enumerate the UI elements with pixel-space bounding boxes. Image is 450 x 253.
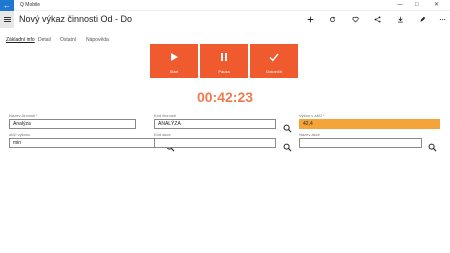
favorite-icon[interactable]: [350, 14, 361, 25]
search-icon[interactable]: [283, 120, 292, 133]
refresh-icon[interactable]: [327, 14, 338, 25]
edit-icon[interactable]: [417, 14, 428, 25]
tab-zakladni-info[interactable]: Základní info: [6, 37, 35, 43]
pause-button[interactable]: Pauza: [200, 44, 248, 78]
pause-icon: [221, 53, 227, 61]
share-icon[interactable]: [372, 14, 383, 25]
amj-vykonu-label: aMJ výkonu: [9, 132, 31, 137]
vykon-label: Výkon v aMJ *: [299, 113, 325, 118]
pause-label: Pauza: [218, 69, 230, 74]
nazev-akce-field[interactable]: [299, 138, 422, 148]
kod-akce-field[interactable]: [154, 138, 276, 148]
hamburger-menu-icon[interactable]: [0, 11, 14, 28]
nazev-akce-label: Název akce: [299, 132, 320, 137]
tab-napoveda[interactable]: Nápověda: [86, 37, 109, 43]
page-title: Nový výkaz činnosti Od - Do: [19, 14, 133, 24]
start-label: Start: [169, 69, 179, 74]
app-bar: Nový výkaz činnosti Od - Do: [0, 11, 450, 28]
vykon-field[interactable]: 42,4: [299, 119, 440, 129]
tab-ostatni[interactable]: Ostatní: [60, 37, 76, 43]
start-button[interactable]: Start: [150, 44, 198, 78]
app-title: Q Mobile: [20, 2, 41, 8]
play-icon: [171, 53, 178, 61]
maximize-icon[interactable]: □: [415, 1, 419, 9]
search-icon[interactable]: [283, 139, 292, 152]
checkmark-icon: [269, 53, 279, 62]
finish-button[interactable]: Dokončit: [250, 44, 298, 78]
kod-akce-label: Kód akce: [154, 132, 171, 137]
finish-label: Dokončit: [266, 69, 282, 74]
minimize-icon[interactable]: —: [397, 1, 403, 9]
back-arrow-icon[interactable]: ←: [0, 0, 14, 11]
kod-cinnosti-label: Kód činnosti: [154, 113, 176, 118]
search-icon[interactable]: [428, 139, 437, 152]
close-icon[interactable]: ✕: [434, 1, 439, 9]
window-titlebar: ← Q Mobile — □ ✕: [0, 0, 450, 11]
amj-vykonu-field[interactable]: min: [9, 138, 162, 148]
kod-cinnosti-field[interactable]: ANALÝZA: [154, 119, 276, 129]
more-icon[interactable]: [437, 14, 448, 25]
add-icon[interactable]: [305, 14, 316, 25]
nazev-cinnosti-label: Název činnosti *: [9, 113, 38, 118]
elapsed-timer: 00:42:23: [196, 89, 254, 105]
tab-detail[interactable]: Detail: [38, 37, 51, 43]
nazev-cinnosti-field[interactable]: Analýza: [9, 119, 136, 129]
download-icon[interactable]: [395, 14, 406, 25]
